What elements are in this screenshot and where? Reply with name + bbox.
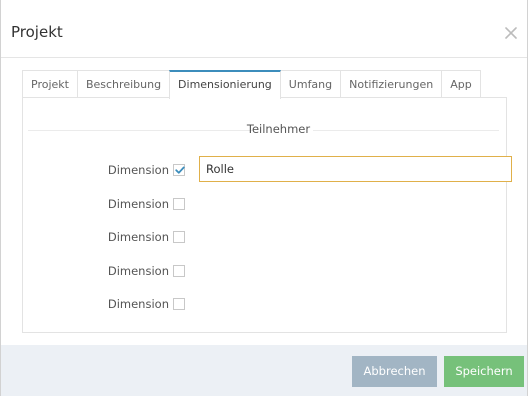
dimension-label: Dimension	[107, 163, 169, 177]
tab-umfang[interactable]: Umfang	[279, 70, 342, 97]
dimension-value-input-1[interactable]	[199, 156, 512, 182]
dimension-label: Dimension	[107, 197, 169, 211]
dimension-checkbox-5[interactable]	[173, 298, 185, 310]
dimension-label: Dimension	[107, 297, 169, 311]
dimension-checkbox-2[interactable]	[173, 198, 185, 210]
dimension-row-2: Dimension	[29, 194, 169, 214]
section-legend: Teilnehmer	[246, 122, 311, 136]
close-icon[interactable]	[504, 26, 518, 40]
tab-projekt[interactable]: Projekt	[22, 70, 78, 97]
tab-app[interactable]: App	[441, 70, 481, 97]
cancel-button[interactable]: Abbrechen	[352, 356, 437, 387]
dialog-header: Projekt	[1, 0, 527, 58]
save-button[interactable]: Speichern	[444, 356, 524, 387]
dimension-row-4: Dimension	[29, 261, 169, 281]
dialog-title: Projekt	[11, 23, 63, 41]
dimension-row-1: Dimension	[29, 160, 169, 180]
legend-divider-left	[28, 130, 254, 131]
project-dialog: Projekt Projekt Beschreibung Dimensionie…	[0, 0, 528, 396]
dimension-label: Dimension	[107, 264, 169, 278]
tab-dimensionierung[interactable]: Dimensionierung	[169, 70, 281, 99]
tab-bar: Projekt Beschreibung Dimensionierung Umf…	[22, 70, 481, 99]
dimension-row-3: Dimension	[29, 227, 169, 247]
dialog-footer: Abbrechen Speichern	[1, 345, 527, 396]
dimension-checkbox-1[interactable]	[173, 164, 185, 176]
tab-beschreibung[interactable]: Beschreibung	[76, 70, 171, 97]
dimension-checkbox-4[interactable]	[173, 265, 185, 277]
legend-divider-right	[313, 130, 499, 131]
dimension-label: Dimension	[107, 230, 169, 244]
check-icon	[175, 166, 185, 174]
dimensionierung-pane: Teilnehmer Dimension Dimension Dimension…	[22, 97, 512, 333]
dimension-checkbox-3[interactable]	[173, 231, 185, 243]
tab-notifizierungen[interactable]: Notifizierungen	[340, 70, 443, 97]
dimension-row-5: Dimension	[29, 294, 169, 314]
